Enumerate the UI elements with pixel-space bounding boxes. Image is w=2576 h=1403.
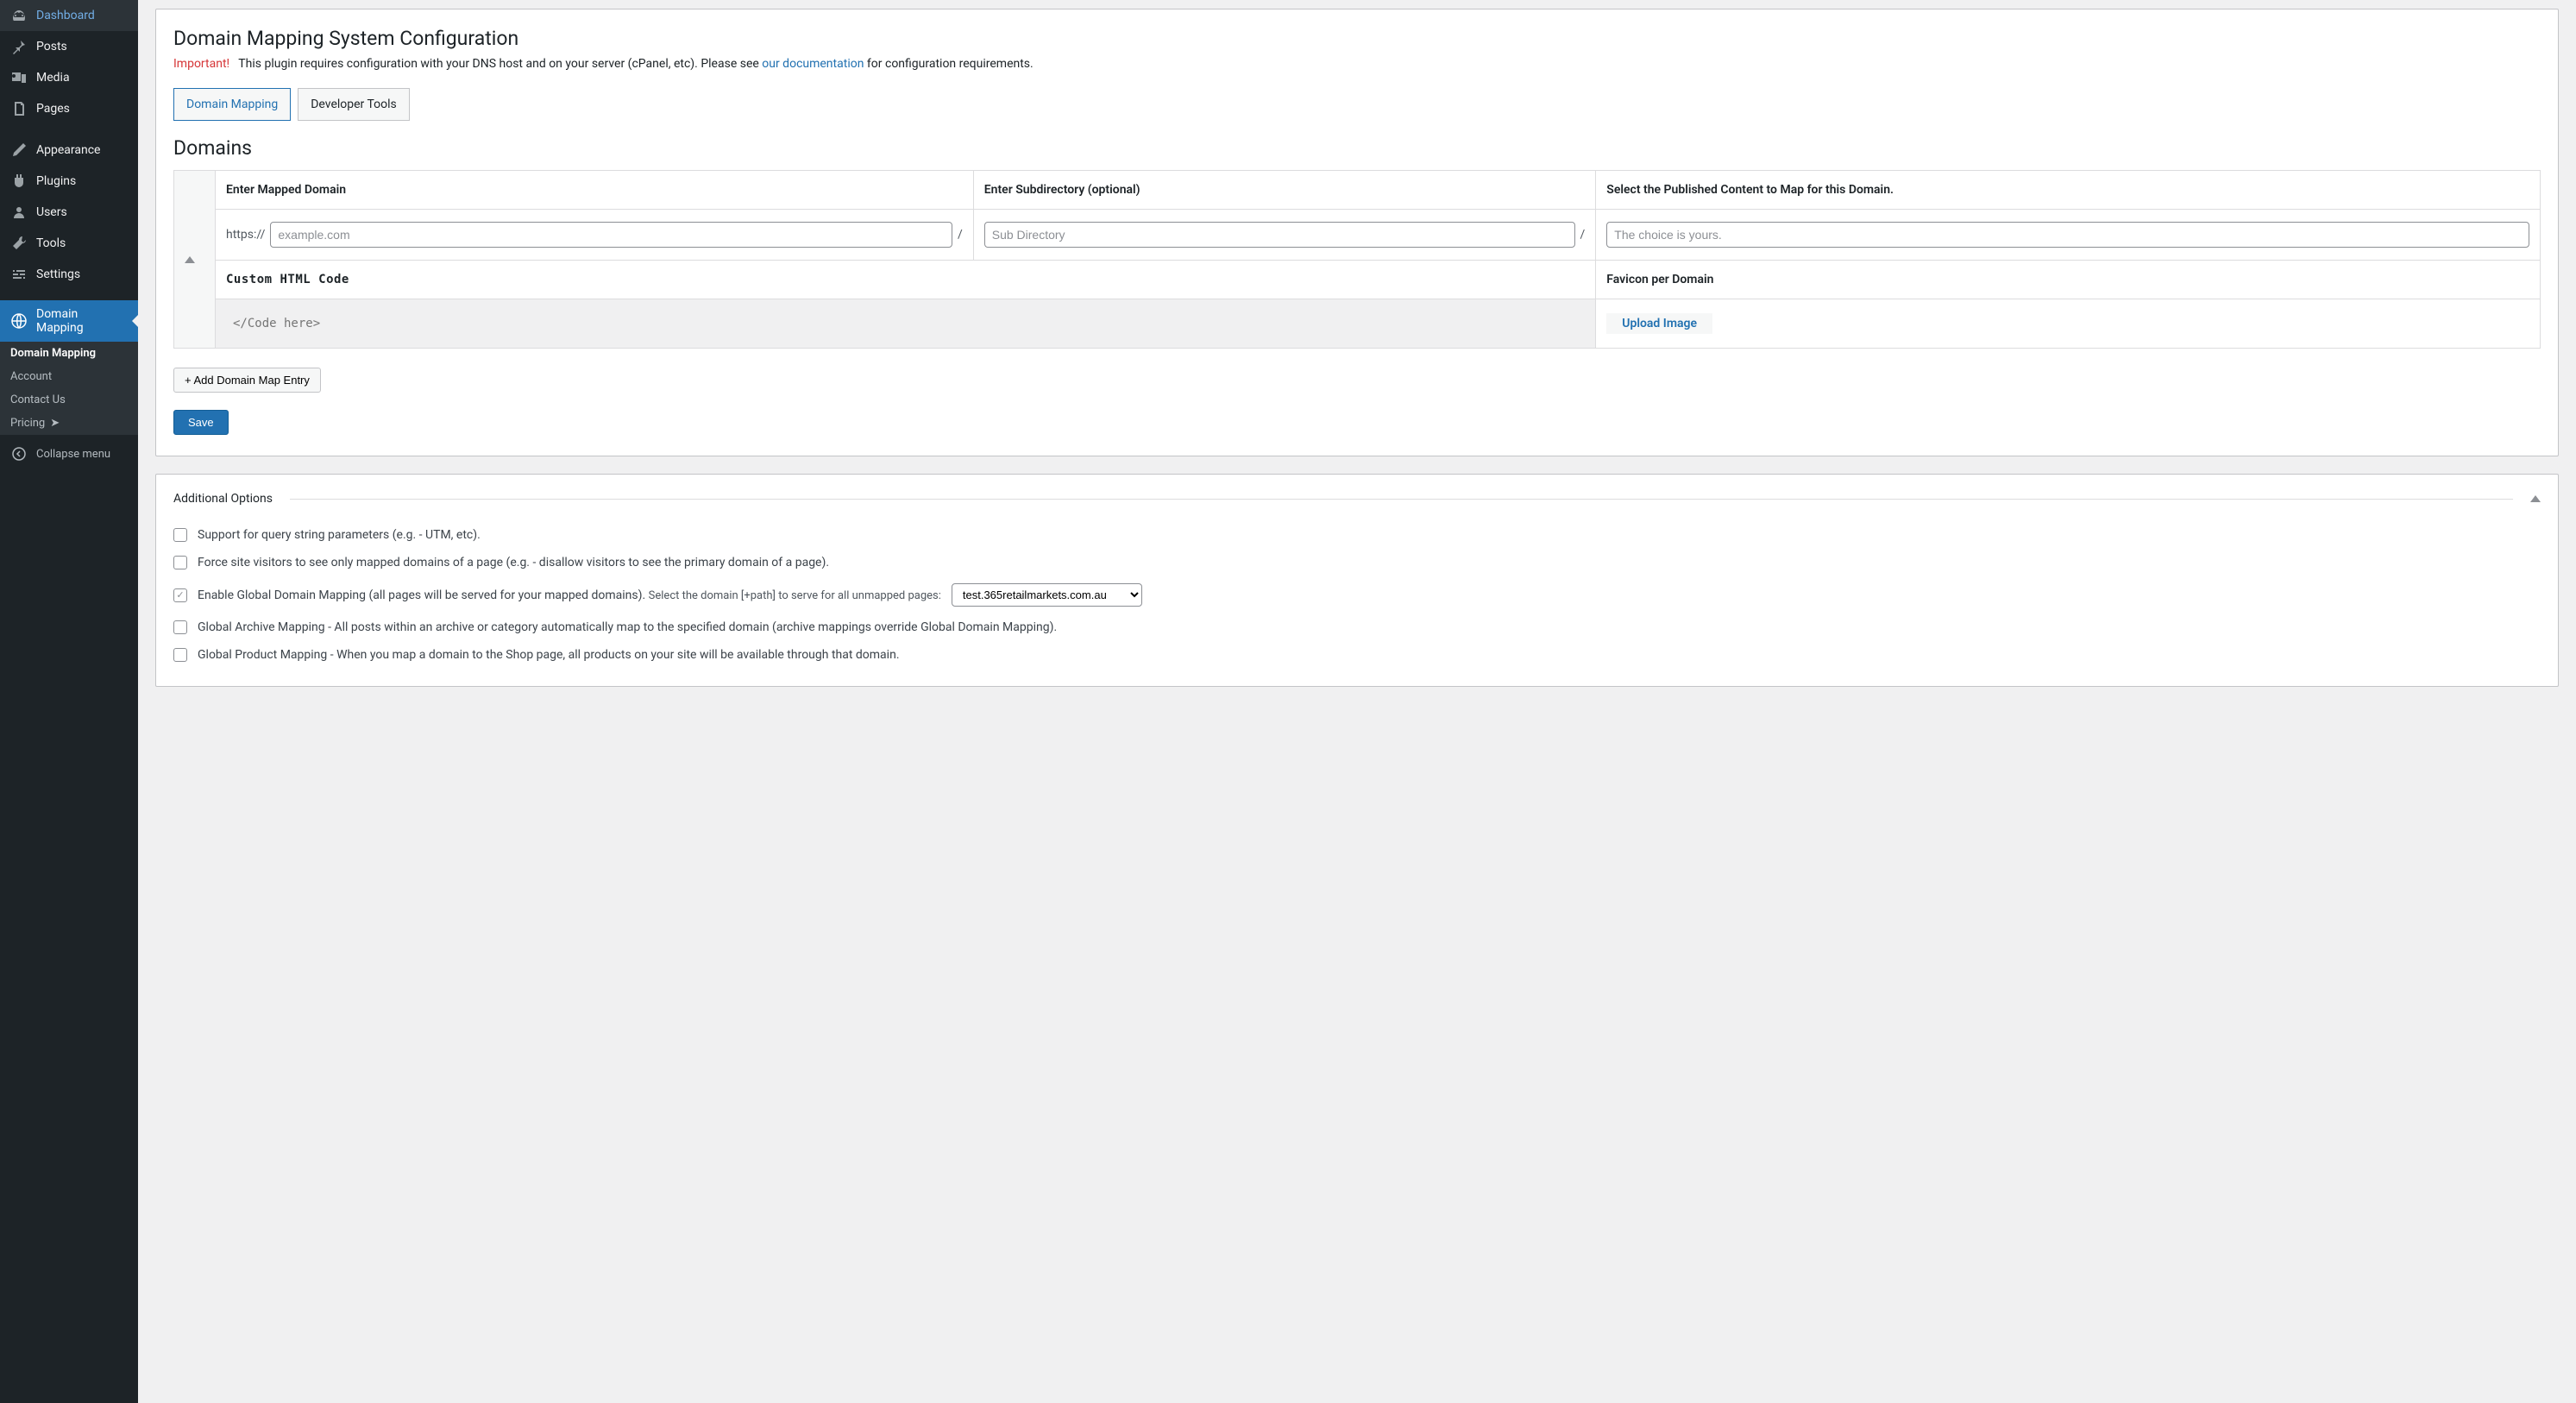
submenu-item-pricing[interactable]: Pricing ➤: [0, 412, 138, 435]
admin-sidebar: Dashboard Posts Media Pages Appearance P…: [0, 0, 138, 1403]
checkbox-product-mapping[interactable]: [173, 648, 187, 662]
option-label: Force site visitors to see only mapped d…: [198, 556, 829, 569]
sidebar-item-appearance[interactable]: Appearance: [0, 135, 138, 166]
brush-icon: [10, 142, 28, 159]
global-mapping-domain-select[interactable]: test.365retailmarkets.com.au: [952, 583, 1142, 607]
important-label: Important!: [173, 57, 229, 71]
sidebar-item-label: Dashboard: [36, 9, 95, 22]
sidebar-submenu: Domain Mapping Account Contact Us Pricin…: [0, 342, 138, 435]
sidebar-item-users[interactable]: Users: [0, 197, 138, 228]
plug-icon: [10, 173, 28, 190]
option-product-mapping: Global Product Mapping - When you map a …: [173, 641, 2541, 669]
checkbox-query-string[interactable]: [173, 528, 187, 542]
sidebar-item-label: Settings: [36, 267, 80, 281]
checkbox-global-mapping[interactable]: [173, 588, 187, 602]
drag-handle-cell[interactable]: [174, 171, 216, 349]
custom-html-header: Custom HTML Code: [216, 261, 1596, 299]
option-global-mapping: Enable Global Domain Mapping (all pages …: [173, 576, 2541, 613]
sidebar-item-dashboard[interactable]: Dashboard: [0, 0, 138, 31]
collapse-icon: [10, 445, 28, 462]
sidebar-item-media[interactable]: Media: [0, 62, 138, 93]
triangle-up-icon: [185, 256, 195, 263]
option-force-mapped: Force site visitors to see only mapped d…: [173, 549, 2541, 576]
col-header-domain: Enter Mapped Domain: [216, 171, 974, 210]
col-header-content: Select the Published Content to Map for …: [1596, 171, 2541, 210]
user-icon: [10, 204, 28, 221]
sidebar-item-pages[interactable]: Pages: [0, 93, 138, 124]
sidebar-item-label: Tools: [36, 236, 66, 250]
sidebar-item-settings[interactable]: Settings: [0, 259, 138, 290]
protocol-label: https://: [226, 228, 265, 242]
sidebar-item-label: Posts: [36, 40, 67, 53]
option-label: Support for query string parameters (e.g…: [198, 528, 481, 542]
tab-domain-mapping[interactable]: Domain Mapping: [173, 88, 291, 121]
globe-icon: [10, 312, 28, 330]
option-label: Enable Global Domain Mapping (all pages …: [198, 588, 649, 602]
page-title: Domain Mapping System Configuration: [173, 27, 2541, 50]
save-button[interactable]: Save: [173, 410, 229, 435]
toggle-options-icon[interactable]: [2530, 495, 2541, 502]
sidebar-item-label: Plugins: [36, 174, 76, 188]
wrench-icon: [10, 235, 28, 252]
option-archive-mapping: Global Archive Mapping - All posts withi…: [173, 613, 2541, 641]
media-icon: [10, 69, 28, 86]
collapse-menu-button[interactable]: Collapse menu: [0, 438, 138, 469]
sidebar-item-domain-mapping[interactable]: Domain Mapping: [0, 300, 138, 342]
tab-developer-tools[interactable]: Developer Tools: [298, 88, 410, 121]
option-query-string: Support for query string parameters (e.g…: [173, 521, 2541, 549]
notice-text-after: for configuration requirements.: [864, 57, 1033, 71]
sidebar-item-plugins[interactable]: Plugins: [0, 166, 138, 197]
additional-options-title: Additional Options: [173, 492, 273, 506]
mapped-domain-input[interactable]: [270, 222, 952, 248]
domains-section-title: Domains: [173, 136, 2541, 160]
sidebar-item-label: Users: [36, 205, 67, 219]
pages-icon: [10, 100, 28, 117]
upload-image-button[interactable]: Upload Image: [1613, 311, 1706, 336]
settings-icon: [10, 266, 28, 283]
main-panel: Domain Mapping System Configuration Impo…: [155, 9, 2559, 456]
custom-html-input[interactable]: [226, 311, 1585, 336]
sidebar-item-label: Domain Mapping: [36, 307, 128, 335]
sidebar-item-posts[interactable]: Posts: [0, 31, 138, 62]
slash-label-2: /: [1580, 228, 1586, 242]
additional-options-panel: Additional Options Support for query str…: [155, 474, 2559, 687]
domains-table: Enter Mapped Domain Enter Subdirectory (…: [173, 170, 2541, 349]
documentation-link[interactable]: our documentation: [762, 57, 864, 71]
option-label: Global Product Mapping - When you map a …: [198, 648, 900, 662]
notice-text-before: This plugin requires configuration with …: [238, 57, 762, 71]
sidebar-item-tools[interactable]: Tools: [0, 228, 138, 259]
checkbox-archive-mapping[interactable]: [173, 620, 187, 634]
config-notice: Important! This plugin requires configur…: [173, 57, 2541, 71]
option-label: Global Archive Mapping - All posts withi…: [198, 620, 1057, 634]
content-area: Domain Mapping System Configuration Impo…: [138, 0, 2576, 1403]
col-header-subdir: Enter Subdirectory (optional): [973, 171, 1596, 210]
add-domain-entry-button[interactable]: + Add Domain Map Entry: [173, 368, 321, 393]
sidebar-item-label: Pages: [36, 102, 70, 116]
sidebar-item-label: Media: [36, 71, 70, 85]
submenu-item-domain-mapping[interactable]: Domain Mapping: [0, 342, 138, 365]
slash-label: /: [958, 228, 963, 242]
checkbox-force-mapped[interactable]: [173, 556, 187, 569]
collapse-menu-label: Collapse menu: [36, 448, 110, 461]
favicon-header: Favicon per Domain: [1596, 261, 2541, 299]
content-select-input[interactable]: [1606, 222, 2529, 248]
dashboard-icon: [10, 7, 28, 24]
submenu-item-contact-us[interactable]: Contact Us: [0, 388, 138, 412]
divider: [290, 499, 2513, 500]
chevron-right-icon: ➤: [50, 417, 60, 430]
option-sublabel: Select the domain [+path] to serve for a…: [649, 589, 941, 602]
tabs: Domain Mapping Developer Tools: [173, 88, 2541, 121]
pin-icon: [10, 38, 28, 55]
submenu-item-account[interactable]: Account: [0, 365, 138, 388]
subdirectory-input[interactable]: [984, 222, 1575, 248]
sidebar-item-label: Appearance: [36, 143, 100, 157]
